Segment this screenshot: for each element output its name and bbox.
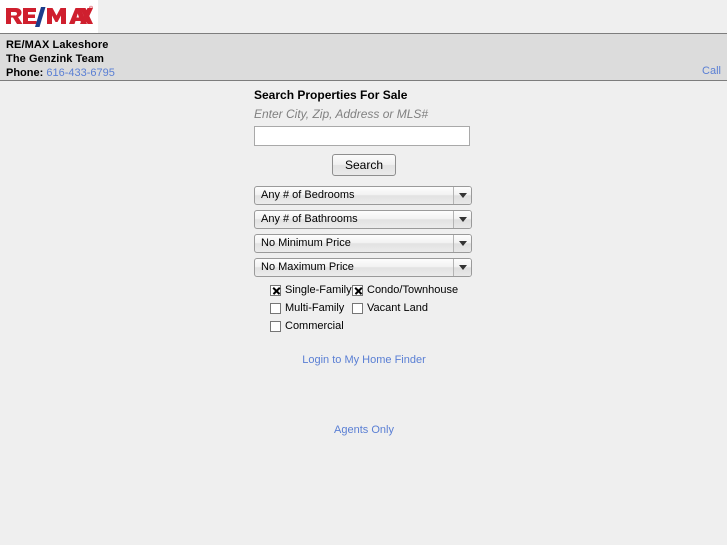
search-input[interactable]: [254, 126, 470, 146]
search-hint-text: Enter City, Zip, Address or MLS#: [254, 107, 429, 121]
checkbox-multi-family[interactable]: Multi-Family: [270, 300, 352, 316]
agents-only-link[interactable]: Agents Only: [334, 424, 394, 436]
property-type-row: Commercial: [270, 318, 480, 334]
min-price-select[interactable]: No Minimum Price: [254, 234, 472, 253]
chevron-down-icon[interactable]: [453, 259, 471, 276]
phone-label: Phone:: [6, 67, 44, 79]
max-price-select[interactable]: No Maximum Price: [254, 258, 472, 277]
phone-number-link[interactable]: 616-433-6795: [46, 67, 115, 79]
phone-row: Phone: 616-433-6795: [6, 66, 727, 80]
checkbox-label: Vacant Land: [367, 302, 428, 314]
call-link[interactable]: Call: [702, 65, 721, 77]
main-content: Search Properties For Sale Enter City, Z…: [0, 81, 727, 436]
search-form: Search Properties For Sale Enter City, Z…: [248, 87, 480, 436]
checkbox-single-family[interactable]: Single-Family: [270, 282, 352, 298]
agents-only-link-row: Agents Only: [248, 422, 480, 436]
chevron-down-icon[interactable]: [453, 211, 471, 228]
checkbox-icon[interactable]: [270, 320, 281, 332]
remax-logo-icon: R: [6, 5, 93, 27]
checkbox-label: Multi-Family: [285, 302, 345, 314]
filter-row-bathrooms: Any # of Bathrooms: [254, 210, 480, 229]
property-type-row: Multi-Family Vacant Land: [270, 300, 480, 316]
chevron-down-icon[interactable]: [453, 187, 471, 204]
checkbox-commercial[interactable]: Commercial: [270, 318, 352, 334]
office-name: RE/MAX Lakeshore: [6, 39, 109, 51]
checkbox-icon[interactable]: [352, 302, 363, 314]
checkbox-icon[interactable]: [270, 302, 281, 314]
page-title: Search Properties For Sale: [254, 88, 408, 102]
office-info: RE/MAX Lakeshore The Genzink Team Phone:…: [0, 34, 727, 80]
checkbox-label: Commercial: [285, 320, 344, 332]
checkbox-label: Condo/Townhouse: [367, 284, 459, 296]
min-price-select-value: No Minimum Price: [261, 237, 351, 249]
max-price-select-value: No Maximum Price: [261, 261, 354, 273]
checkbox-condo-townhouse[interactable]: Condo/Townhouse: [352, 282, 458, 298]
bathrooms-select-value: Any # of Bathrooms: [261, 213, 358, 225]
search-button[interactable]: Search: [331, 154, 397, 176]
property-type-row: Single-Family Condo/Townhouse: [270, 282, 480, 298]
team-name: The Genzink Team: [6, 53, 104, 65]
office-header-band: RE/MAX Lakeshore The Genzink Team Phone:…: [0, 33, 727, 81]
filter-row-max-price: No Maximum Price: [254, 258, 480, 277]
filter-row-min-price: No Minimum Price: [254, 234, 480, 253]
property-type-checkbox-group: Single-Family Condo/Townhouse Multi-Fami…: [270, 282, 480, 334]
home-finder-link-row: Login to My Home Finder: [248, 352, 480, 366]
bedrooms-select-value: Any # of Bedrooms: [261, 189, 355, 201]
chevron-down-icon[interactable]: [453, 235, 471, 252]
checkbox-vacant-land[interactable]: Vacant Land: [352, 300, 428, 316]
login-home-finder-link[interactable]: Login to My Home Finder: [302, 354, 426, 366]
search-button-row: Search: [248, 154, 480, 176]
bathrooms-select[interactable]: Any # of Bathrooms: [254, 210, 472, 229]
bedrooms-select[interactable]: Any # of Bedrooms: [254, 186, 472, 205]
remax-logo-box[interactable]: R: [0, 0, 98, 33]
checkbox-label: Single-Family: [285, 284, 352, 296]
checkbox-icon[interactable]: [270, 284, 281, 296]
filter-row-bedrooms: Any # of Bedrooms: [254, 186, 480, 205]
checkbox-icon[interactable]: [352, 284, 363, 296]
logo-strip: R: [0, 0, 727, 33]
